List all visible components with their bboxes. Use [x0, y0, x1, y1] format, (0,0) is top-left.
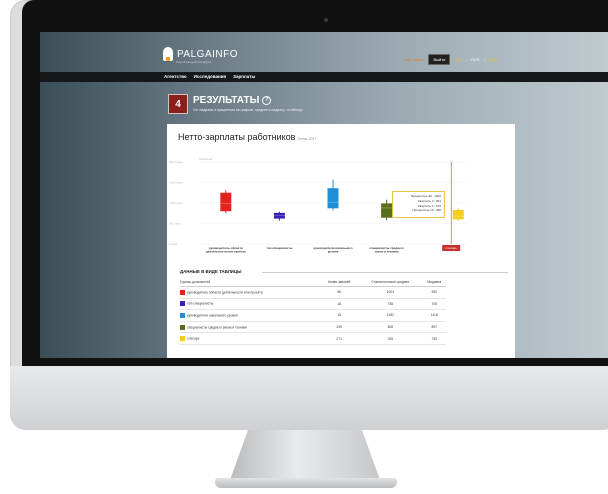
y-tick-label: 1000 евро — [169, 201, 183, 205]
color-swatch — [180, 336, 185, 342]
nav-item-research[interactable]: Исследования — [194, 74, 226, 79]
table-header-row: Группы должностей Колво записей Статисти… — [180, 278, 446, 287]
lang-rus[interactable]: RUS — [471, 57, 479, 62]
table-row: слесарь 271 765 730 — [180, 332, 446, 345]
panel-season: Осень 2017 — [297, 137, 317, 141]
monitor: PALGAINFO Payroll Integrated Analysis Iv… — [10, 0, 608, 430]
row-count: 271 — [320, 332, 359, 345]
row-group-name: топ-специалисты — [187, 301, 214, 306]
row-mean: 828 — [358, 321, 423, 334]
monitor-bezel: PALGAINFO Payroll Integrated Analysis Iv… — [22, 0, 608, 366]
row-group: слесарь — [180, 332, 321, 345]
monitor-stand — [230, 430, 380, 480]
table-title: ДАННЫЕ В ВИДЕ ТАБЛИЦЫ — [180, 269, 242, 274]
row-group-name: специалисты среднего звена и техники — [187, 324, 247, 329]
row-median: 992 — [422, 286, 446, 299]
panel-title: Нетто-зарплаты работников — [178, 132, 296, 142]
monitor-base — [215, 478, 397, 488]
chart-tooltip: Процентиль 90 : 1002 Квартиль 3 : 891 Кв… — [392, 191, 445, 218]
row-count: 249 — [320, 321, 359, 334]
col-header-groups: Группы должностей — [180, 278, 321, 287]
nav-item-agency[interactable]: Агентство — [164, 74, 187, 79]
row-median: 705 — [422, 298, 446, 311]
color-swatch — [180, 324, 185, 330]
row-median: 897 — [422, 321, 446, 334]
row-group: специалисты среднего звена и техники — [180, 321, 321, 334]
y-axis-label: Значения — [199, 157, 213, 161]
lang-est[interactable]: EST — [454, 57, 462, 62]
data-table: Группы должностей Колво записей Статисти… — [180, 278, 446, 345]
panel-title-row: Нетто-зарплаты работников Осень 2017 — [178, 132, 316, 142]
row-mean: 765 — [358, 332, 423, 345]
divider — [262, 272, 508, 273]
box — [327, 188, 339, 209]
box — [273, 212, 285, 219]
camera — [324, 18, 328, 22]
table-row: специалисты среднего звена и техники 249 8… — [180, 321, 446, 334]
y-tick-label: 1500 евро — [169, 181, 183, 185]
nav-item-salaries[interactable]: Зарплаты — [233, 74, 255, 79]
y-tick-label: 2000 евро — [169, 160, 183, 164]
logout-button[interactable]: Выйти — [428, 54, 451, 65]
color-swatch — [180, 312, 185, 318]
category-label: топ-специалисты — [266, 246, 292, 250]
results-panel: Нетто-зарплаты работников Осень 2017 Знач… — [167, 124, 515, 358]
row-group-name: руководитель области деятельности или пр… — [187, 290, 263, 295]
box — [220, 192, 232, 212]
row-median: 730 — [422, 332, 446, 345]
row-count: 15 — [320, 309, 359, 322]
user-name[interactable]: Ivan Ivanov — [404, 57, 424, 62]
col-header-mean: Статистическое среднее — [358, 278, 423, 287]
row-median: 1116 — [422, 309, 446, 322]
category-label: слесарь — [446, 246, 458, 250]
row-count: 18 — [320, 298, 359, 311]
box — [452, 209, 464, 220]
color-swatch — [180, 289, 185, 295]
box — [381, 203, 393, 218]
row-mean: 738 — [358, 298, 423, 311]
category-label: руководитель области деятельности или про… — [206, 246, 246, 254]
color-swatch — [180, 301, 185, 307]
col-header-count: Колво записей — [320, 278, 359, 287]
results-title-row: РЕЗУЛЬТАТЫ? — [193, 96, 304, 106]
y-tick-label: 0 евро — [169, 242, 178, 246]
top-bar: Ivan Ivanov Выйти EST | RUS | ENG — [404, 54, 497, 65]
lang-separator: | — [483, 57, 485, 62]
lang-eng[interactable]: ENG — [489, 57, 498, 62]
lang-separator: | — [466, 57, 468, 62]
table-row: руководитель области деятельности или пр… — [180, 286, 446, 299]
results-subtitle: См. медианы и процентили на графике, сре… — [193, 107, 304, 112]
row-group-name: слесарь — [187, 336, 200, 341]
y-tick-label: 500 евро — [169, 222, 182, 226]
category-label: руководители начального уровня — [313, 246, 352, 254]
logo-subtitle: Payroll Integrated Analysis — [176, 60, 212, 64]
row-count: 66 — [320, 286, 359, 299]
salary-chart[interactable]: Значения 0 евро 500 евро 1000 евро 1500 евр… — [167, 152, 515, 262]
help-icon[interactable]: ? — [262, 96, 272, 106]
step-number: 4 — [168, 94, 188, 114]
col-header-median: Медиана — [422, 278, 446, 287]
row-mean: 1003 — [358, 286, 423, 299]
logo-icon — [163, 47, 173, 61]
logo[interactable]: PALGAINFO — [163, 47, 238, 61]
main-nav: Агентство Исследования Зарплаты — [40, 72, 608, 82]
row-group: руководители начального уровня — [180, 309, 321, 322]
screen: PALGAINFO Payroll Integrated Analysis Iv… — [40, 32, 608, 358]
row-group: руководитель области деятельности или пр… — [180, 286, 321, 299]
results-title: РЕЗУЛЬТАТЫ — [193, 95, 260, 107]
tooltip-line: Процентиль 10 : 490 — [412, 208, 441, 213]
category-label: специалисты среднего звена и техники — [369, 246, 404, 254]
logo-text: PALGAINFO — [177, 48, 238, 60]
table-row: топ-специалисты 18 738 705 — [180, 298, 446, 311]
row-mean: 1182 — [358, 309, 423, 322]
table-row: руководители начального уровня 15 1182 1116 — [180, 309, 446, 322]
row-group: топ-специалисты — [180, 298, 321, 311]
results-header: 4 РЕЗУЛЬТАТЫ? См. медианы и процентили н… — [168, 94, 304, 114]
row-group-name: руководители начального уровня — [187, 313, 238, 318]
monitor-chin — [10, 366, 608, 430]
